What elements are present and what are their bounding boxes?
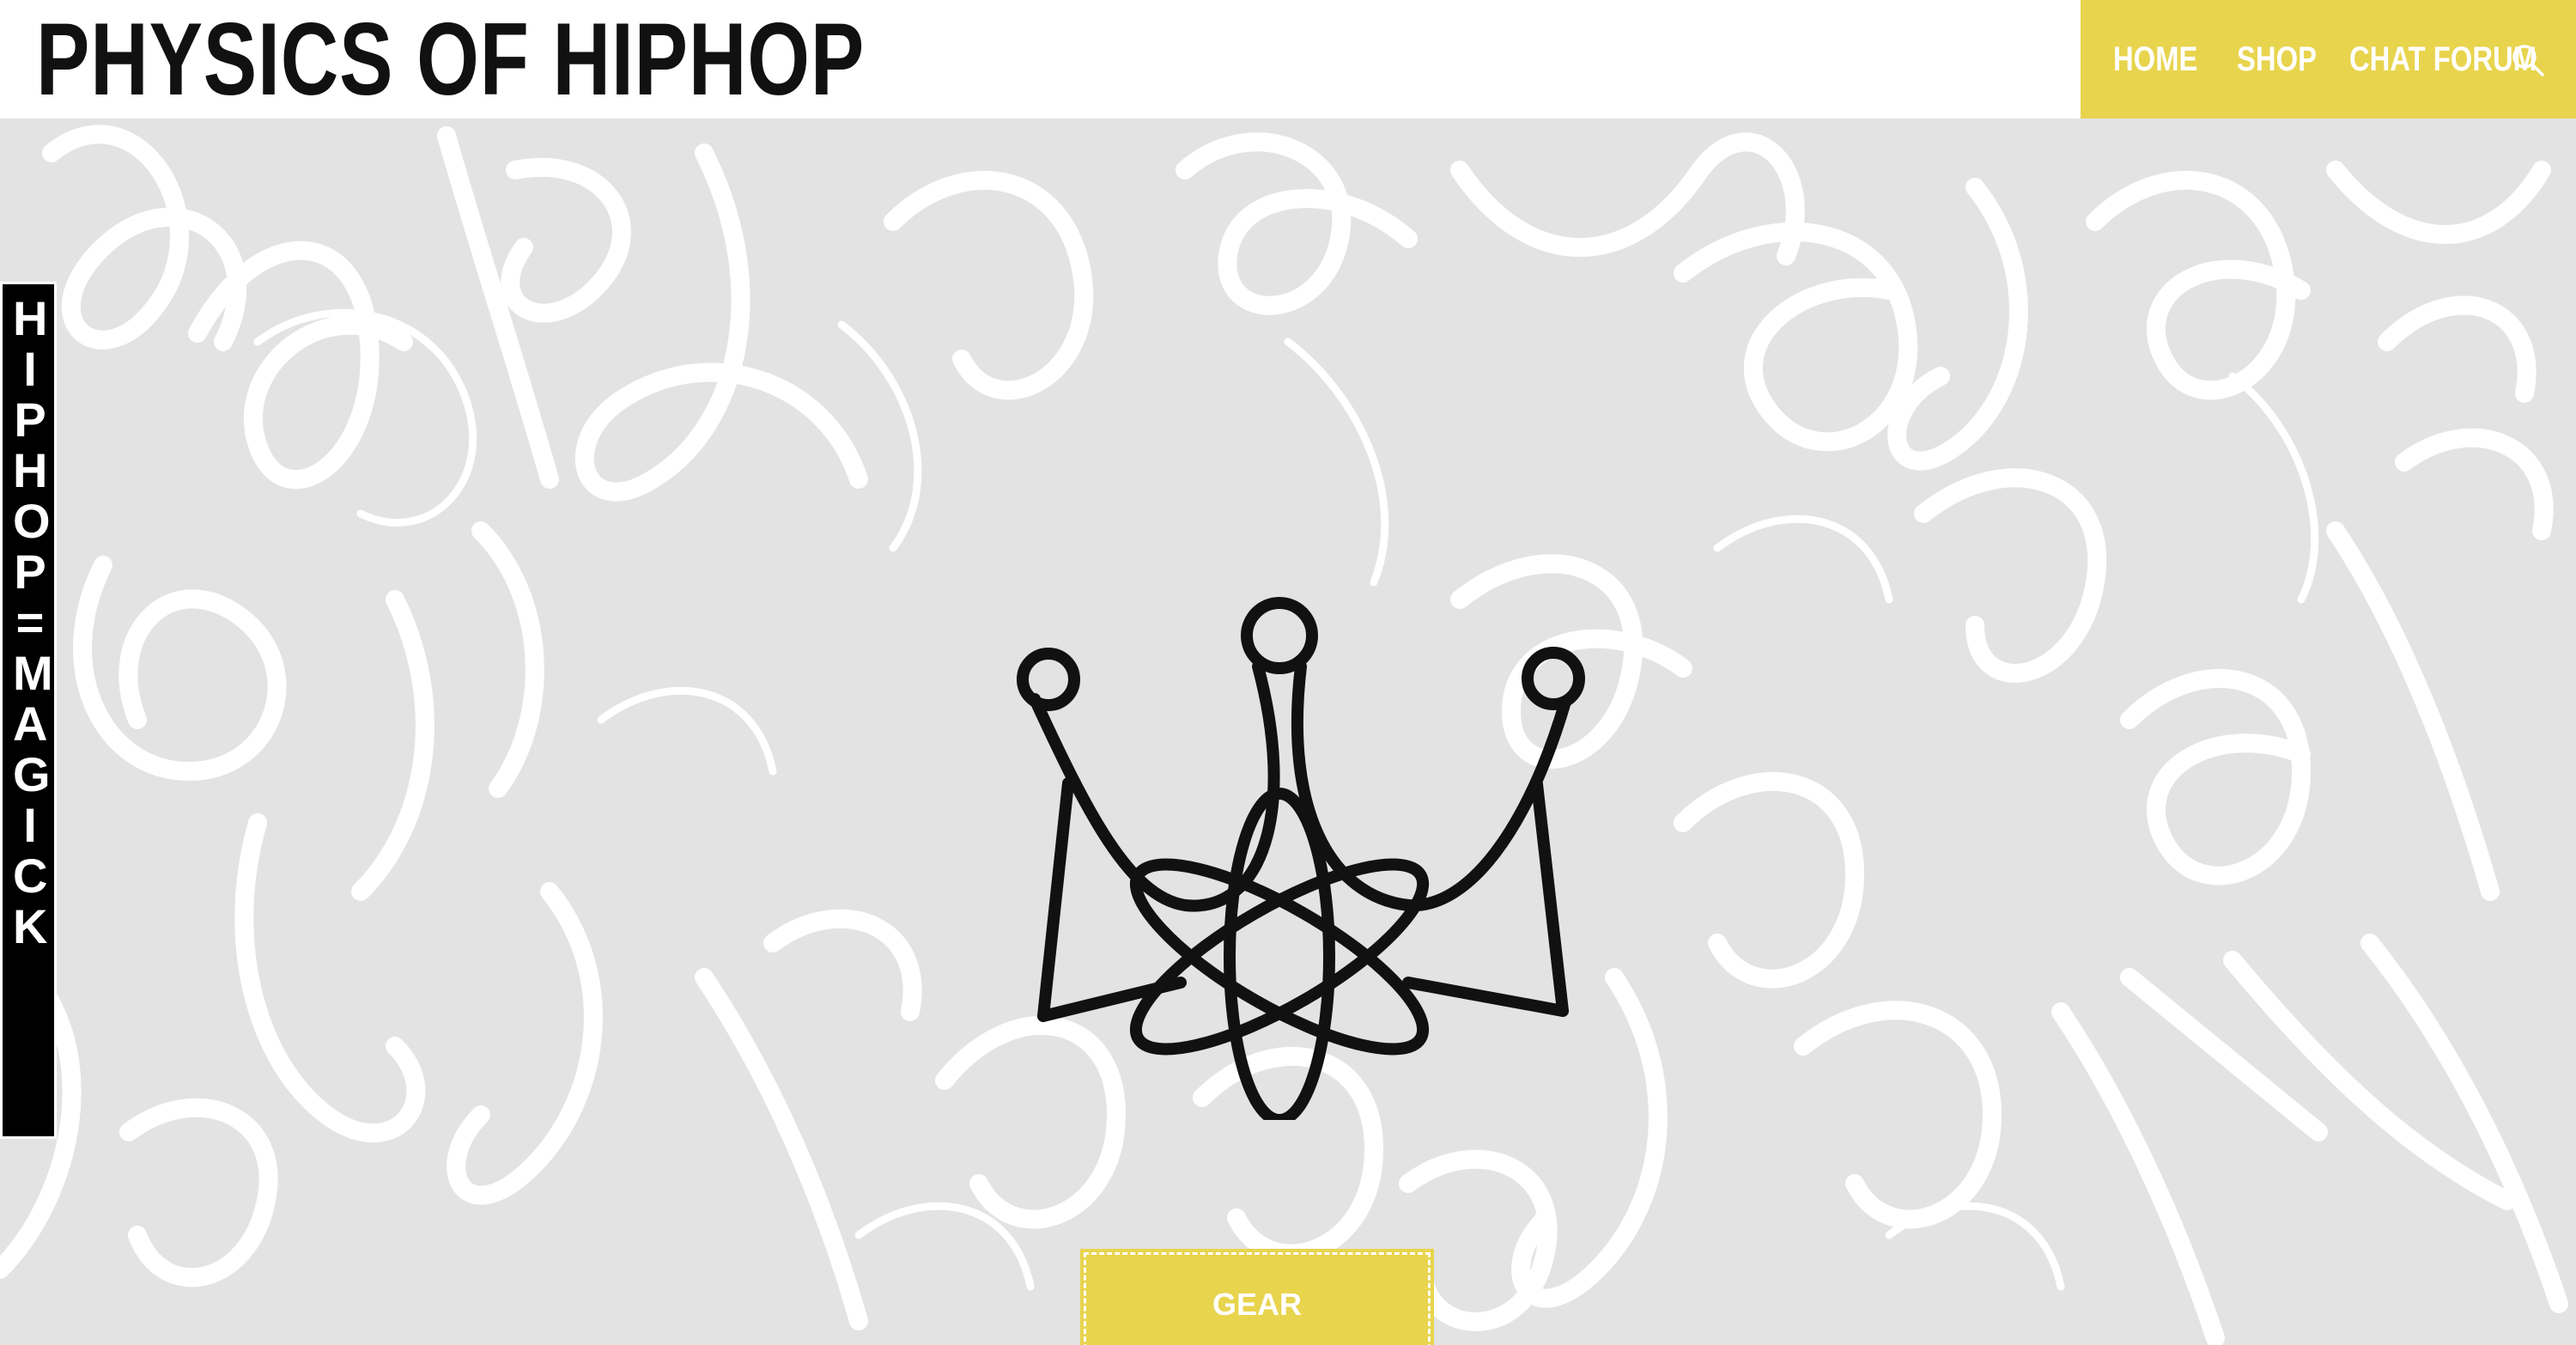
site-header: PHYSICS OF HIPHOP HOME SHOP CHAT FORUM [0,0,2576,119]
site-title[interactable]: PHYSICS OF HIPHOP [36,0,865,119]
nav-link-chat-forum[interactable]: CHAT FORUM [2349,40,2537,79]
nav-link-shop[interactable]: SHOP [2237,40,2317,79]
gear-button[interactable]: GEAR [1080,1249,1434,1345]
search-icon[interactable] [2511,43,2545,77]
main-nav: HOME SHOP CHAT FORUM [2081,0,2576,119]
crown-atom-logo [1017,597,1585,1120]
hero-section: HIPHOP=MAGICK GEAR [0,119,2576,1345]
side-banner: HIPHOP=MAGICK [0,282,57,1139]
nav-link-home[interactable]: HOME [2113,40,2197,79]
side-banner-text: HIPHOP=MAGICK [13,291,53,953]
